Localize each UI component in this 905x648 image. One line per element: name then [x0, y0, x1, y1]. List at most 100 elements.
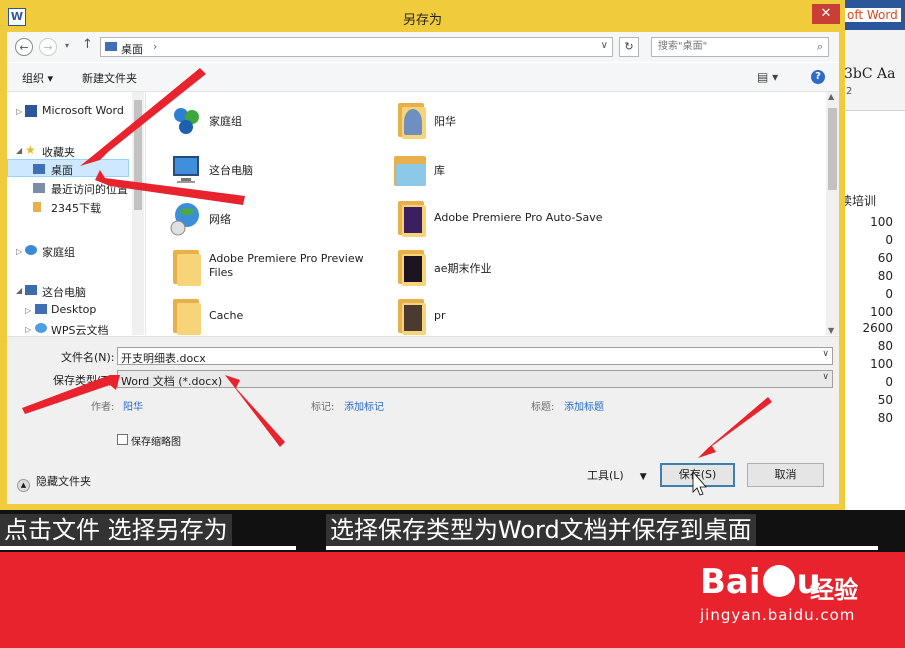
- back-arrow-icon[interactable]: ←: [15, 38, 33, 56]
- up-arrow-icon[interactable]: ↑: [82, 37, 93, 52]
- doc-number: 100: [870, 357, 893, 371]
- title-value[interactable]: 添加标题: [564, 398, 604, 413]
- address-chevron-icon[interactable]: ›: [153, 40, 157, 53]
- save-thumbnail-checkbox[interactable]: [117, 434, 128, 445]
- close-button[interactable]: ✕: [812, 4, 840, 24]
- expand-arrow-icon[interactable]: ▷: [25, 325, 31, 334]
- filename-value: 开支明细表.docx: [121, 352, 206, 365]
- word-document-background: oft Word 3bC Aa 2 读培训 100 0 60 80 0 100 …: [840, 0, 905, 520]
- scroll-up-icon[interactable]: ▲: [828, 92, 834, 101]
- cancel-button[interactable]: 取消: [747, 463, 824, 487]
- tags-value[interactable]: 添加标记: [344, 398, 384, 413]
- doc-number: 0: [885, 375, 893, 389]
- nav-pane-scroll-thumb[interactable]: [134, 100, 142, 210]
- recent-dropdown-icon[interactable]: ▾: [65, 41, 69, 50]
- file-item-ae-homework[interactable]: ae期末作业: [386, 246, 616, 288]
- hide-folders-label: 隐藏文件夹: [36, 475, 91, 488]
- tree-item-recent-places[interactable]: 最近访问的位置: [51, 181, 128, 197]
- save-options-form: 文件名(N): 开支明细表.docx ∨ 保存类型(T): Word 文档 (*…: [7, 336, 839, 504]
- navigation-pane: ▷ Microsoft Word ◢ ★ 收藏夹 桌面 最近访问的位置 2345…: [7, 92, 146, 335]
- search-input[interactable]: [656, 40, 810, 53]
- file-item-cache[interactable]: Cache: [161, 295, 371, 335]
- search-icon[interactable]: ⌕: [817, 40, 823, 54]
- folder-icon: [394, 201, 428, 237]
- save-button[interactable]: 保存(S): [660, 463, 735, 487]
- file-item-homegroup[interactable]: 家庭组: [161, 99, 371, 141]
- file-pane-scrollbar[interactable]: ▲ ▼: [826, 92, 839, 335]
- file-item-pr[interactable]: pr: [386, 295, 616, 335]
- cloud-icon: [35, 323, 47, 333]
- author-label: 作者:: [91, 402, 115, 413]
- filename-input[interactable]: 开支明细表.docx ∨: [117, 347, 833, 365]
- hide-folders-button[interactable]: ▲ 隐藏文件夹: [17, 473, 91, 492]
- file-item-libraries[interactable]: 库: [386, 148, 616, 190]
- organize-button[interactable]: 组织 ▾: [22, 70, 53, 86]
- tree-item-desktop-folder[interactable]: Desktop: [51, 303, 96, 316]
- computer-icon: [25, 285, 37, 295]
- address-dropdown-icon[interactable]: ∨: [601, 40, 608, 51]
- scroll-down-icon[interactable]: ▼: [828, 326, 834, 335]
- new-folder-button[interactable]: 新建文件夹: [82, 70, 137, 86]
- tools-dropdown[interactable]: 工具(L) ▼: [587, 467, 647, 483]
- desktop-folder-icon: [105, 42, 117, 51]
- refresh-icon[interactable]: ↻: [619, 37, 639, 57]
- file-item-premiere-autosave[interactable]: Adobe Premiere Pro Auto-Save: [386, 197, 616, 239]
- expand-arrow-icon[interactable]: ▷: [25, 306, 31, 315]
- nav-pane-scrollbar[interactable]: [132, 92, 144, 335]
- file-item-this-pc[interactable]: 这台电脑: [161, 148, 371, 190]
- collapse-arrow-icon[interactable]: ◢: [16, 146, 22, 155]
- homegroup-icon: [174, 108, 199, 134]
- expand-arrow-icon[interactable]: ▷: [16, 107, 22, 116]
- search-box[interactable]: ⌕: [651, 37, 829, 57]
- address-bar[interactable]: 桌面 › ∨: [100, 37, 613, 57]
- chevron-down-icon[interactable]: ∨: [822, 372, 829, 382]
- tree-item-this-pc[interactable]: 这台电脑: [42, 284, 86, 300]
- folder-icon: [169, 299, 203, 335]
- expand-arrow-icon[interactable]: ▷: [16, 247, 22, 256]
- help-icon[interactable]: ?: [811, 70, 825, 84]
- word-ribbon: 3bC Aa 2: [840, 30, 905, 111]
- desktop-icon: [33, 164, 45, 174]
- file-label: Adobe Premiere Pro Auto-Save: [434, 211, 603, 224]
- tree-item-wps-cloud[interactable]: WPS云文档: [51, 322, 109, 335]
- tools-label: 工具(L): [587, 469, 624, 482]
- doc-number: 100: [870, 215, 893, 229]
- caption-underline: [326, 546, 878, 550]
- toolbar: 组织 ▾ 新建文件夹 ▤ ▾ ?: [7, 63, 839, 92]
- word-styles-gallery[interactable]: 3bC Aa: [844, 66, 896, 82]
- caption-underline: [0, 546, 296, 550]
- doc-number: 80: [877, 269, 893, 283]
- dialog-title: 另存为: [402, 13, 442, 28]
- file-label: Cache: [209, 309, 244, 322]
- tree-item-microsoft-word[interactable]: Microsoft Word: [42, 104, 124, 117]
- title-label: 标题:: [531, 402, 555, 413]
- dialog-body: ← → ▾ ↑ 桌面 › ∨ ↻ ⌕ 组织 ▾ 新建文件夹 ▤ ▾ ?: [7, 32, 839, 504]
- forward-arrow-icon[interactable]: →: [39, 38, 57, 56]
- dialog-titlebar[interactable]: W 另存为 ✕: [0, 0, 845, 32]
- tree-item-desktop[interactable]: 桌面: [51, 162, 73, 178]
- author-value[interactable]: 阳华: [123, 398, 143, 413]
- doc-number: 0: [885, 287, 893, 301]
- baidu-logo: Bai u: [700, 562, 821, 602]
- file-label: Adobe Premiere Pro Preview Files: [209, 252, 364, 279]
- word-titlebar: oft Word: [840, 0, 905, 30]
- baidu-paw-icon: [762, 565, 795, 597]
- tree-item-favorites[interactable]: 收藏夹: [42, 144, 75, 160]
- tree-item-2345-downloads[interactable]: 2345下载: [51, 200, 101, 216]
- libraries-icon: [394, 152, 428, 188]
- file-item-network[interactable]: 网络: [161, 197, 371, 239]
- file-item-user-folder[interactable]: 阳华: [386, 99, 616, 141]
- doc-number: 50: [877, 393, 893, 407]
- address-text[interactable]: 桌面: [121, 41, 143, 57]
- view-options-icon[interactable]: ▤ ▾: [757, 70, 778, 84]
- file-pane-scroll-thumb[interactable]: [828, 108, 837, 190]
- filetype-select[interactable]: Word 文档 (*.docx) ∨: [117, 370, 833, 388]
- chevron-down-icon[interactable]: ∨: [822, 349, 829, 359]
- folder-icon: [394, 250, 428, 286]
- save-thumbnail-label[interactable]: 保存缩略图: [131, 433, 181, 448]
- user-folder-icon: [394, 103, 428, 139]
- tree-item-homegroup[interactable]: 家庭组: [42, 244, 75, 260]
- file-item-premiere-preview[interactable]: Adobe Premiere Pro Preview Files: [161, 246, 371, 288]
- file-label: 家庭组: [209, 115, 242, 128]
- collapse-arrow-icon[interactable]: ◢: [16, 286, 22, 295]
